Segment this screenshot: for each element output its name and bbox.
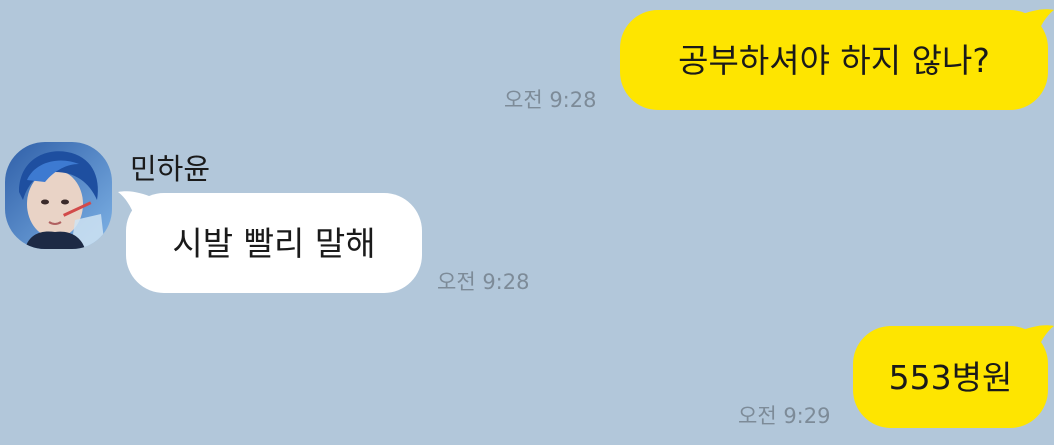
their-message-bubble[interactable]: 시발 빨리 말해 [126,193,422,293]
message-timestamp: 오전 9:28 [437,270,530,294]
sender-name: 민하윤 [130,152,211,186]
bubble-tail-icon [1018,325,1054,354]
message-text: 553병원 [888,357,1013,397]
my-message-bubble[interactable]: 공부하셔야 하지 않나? [620,10,1048,110]
chat-window: 오전 9:28 공부하셔야 하지 않나? 민하윤 시발 빨리 말해 오전 9:2… [0,0,1054,445]
message-timestamp: 오전 9:29 [738,404,831,428]
avatar[interactable] [5,142,112,249]
profile-photo-avatar-icon [5,142,112,249]
bubble-tail-icon [1018,9,1054,38]
message-timestamp: 오전 9:28 [504,88,597,112]
message-text: 시발 빨리 말해 [172,223,376,263]
message-text: 공부하셔야 하지 않나? [678,40,990,80]
